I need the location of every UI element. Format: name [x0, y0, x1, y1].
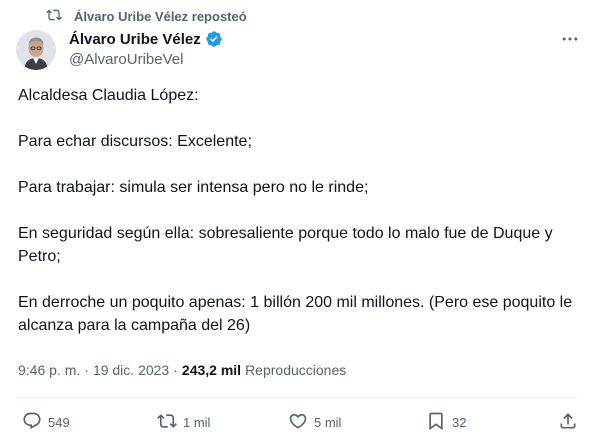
meta-separator: ·	[84, 362, 89, 378]
reply-button[interactable]: 549	[22, 410, 70, 434]
tweet-paragraph: Para trabajar: simula ser intensa pero n…	[18, 179, 369, 196]
tweet-time[interactable]: 9:46 p. m.	[18, 362, 80, 378]
like-button[interactable]: 5 mil	[288, 410, 341, 434]
tweet-paragraph: Alcaldesa Claudia López:	[18, 87, 199, 104]
repost-icon	[157, 411, 177, 434]
tweet-meta: 9:46 p. m. · 19 dic. 2023 · 243,2 mil Re…	[18, 362, 346, 378]
more-options-icon[interactable]	[559, 30, 581, 48]
repost-icon	[46, 7, 62, 26]
tweet-date[interactable]: 19 dic. 2023	[93, 362, 169, 378]
divider	[16, 397, 577, 398]
bookmark-count: 32	[452, 414, 467, 430]
reply-icon	[22, 411, 42, 434]
heart-icon	[288, 411, 308, 434]
repost-label[interactable]: Álvaro Uribe Vélez reposteó	[74, 9, 247, 24]
bookmark-button[interactable]: 32	[426, 410, 466, 434]
repost-count: 1 mil	[183, 414, 211, 430]
views-count: 243,2 mil	[181, 362, 242, 378]
avatar[interactable]	[16, 30, 56, 70]
bookmark-icon	[426, 411, 446, 434]
action-bar: 549 1 mil 5 mil 32	[20, 410, 580, 434]
tweet-paragraph: En derroche un poquito apenas: 1 billón …	[18, 294, 573, 334]
views-label: Reproducciones	[245, 362, 347, 378]
repost-indicator: Álvaro Uribe Vélez reposteó	[46, 6, 247, 26]
tweet-card: Álvaro Uribe Vélez reposteó Álvaro Uribe…	[0, 0, 593, 440]
repost-button[interactable]: 1 mil	[157, 410, 210, 434]
tweet-paragraph: Para echar discursos: Excelente;	[18, 133, 252, 150]
like-count: 5 mil	[314, 414, 342, 430]
meta-separator: ·	[173, 362, 178, 378]
share-button[interactable]	[558, 410, 578, 434]
reply-count: 549	[48, 414, 70, 430]
author-info: Álvaro Uribe Vélez @AlvaroUribeVel	[69, 30, 223, 68]
tweet-paragraph: En seguridad según ella: sobresaliente p…	[18, 225, 553, 265]
share-icon	[558, 411, 578, 434]
tweet-text: Alcaldesa Claudia López: Para echar disc…	[18, 84, 584, 360]
verified-badge-icon[interactable]	[205, 30, 223, 48]
author-display-name[interactable]: Álvaro Uribe Vélez	[69, 31, 201, 48]
author-handle[interactable]: @AlvaroUribeVel	[69, 51, 223, 68]
